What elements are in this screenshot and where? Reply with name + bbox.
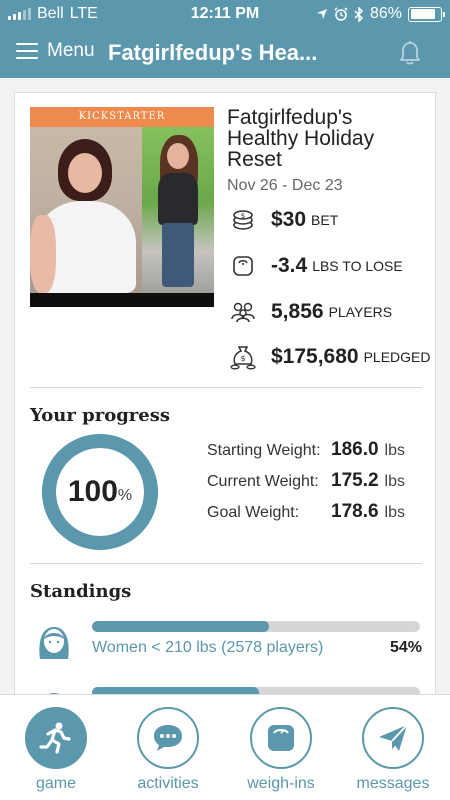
runner-icon (39, 722, 71, 754)
scale-icon (268, 725, 294, 751)
progress-percent-value: 100 (67, 475, 118, 508)
status-bar: Bell LTE 12:11 PM 86% (0, 0, 450, 28)
goal-weight-row: Goal Weight: 178.6 lbs (207, 501, 427, 532)
tab-activities-circle (137, 707, 199, 769)
stat-pledged-value: $175,680 (271, 345, 359, 368)
progress-ring: 100 % (41, 433, 159, 551)
challenge-title: Fatgirlfedup's Healthy Holiday Reset (227, 106, 375, 171)
current-weight-label: Current Weight: (207, 473, 319, 490)
stat-players-unit: PLAYERS (328, 304, 393, 320)
nav-bar: Menu Fatgirlfedup's Hea... (0, 28, 450, 78)
tab-activities[interactable]: activities (113, 703, 223, 797)
standing-row[interactable]: Women < 210 lbs (2578 players) 54% (30, 617, 422, 665)
tab-messages[interactable]: messages (338, 703, 448, 797)
menu-label: Menu (47, 40, 95, 61)
stat-bet: $ $30 BET (229, 206, 338, 234)
starting-weight-unit: lbs (384, 442, 405, 459)
stat-bet-unit: BET (311, 212, 339, 228)
tab-weigh-ins[interactable]: weigh-ins (226, 703, 336, 797)
tab-game-circle (25, 707, 87, 769)
stat-pledged-unit: PLEDGED (363, 349, 431, 365)
svg-text:$: $ (241, 212, 245, 220)
challenge-card: KICKSTARTER Fatgirlfedup's Healthy Holid… (14, 92, 436, 694)
goal-weight-value: 178.6 (331, 501, 379, 522)
standing-progress-bar (92, 687, 420, 694)
starting-weight-value: 186.0 (331, 439, 379, 460)
weight-list: Starting Weight: 186.0 lbs Current Weigh… (207, 439, 427, 532)
avatar-icon (32, 685, 76, 694)
bluetooth-icon (354, 6, 364, 22)
standing-progress-fill (92, 621, 270, 632)
tab-game-label: game (35, 775, 77, 792)
starting-weight-row: Starting Weight: 186.0 lbs (207, 439, 427, 470)
after-photo (142, 127, 214, 293)
battery-fill (410, 9, 436, 19)
tab-messages-circle (362, 707, 424, 769)
progress-percent-symbol: % (117, 487, 133, 504)
divider (30, 387, 422, 388)
date-range: Nov 26 - Dec 23 (227, 177, 343, 194)
stat-pledged: $ $175,680 PLEDGED (229, 343, 431, 371)
standings-heading: Standings (30, 581, 132, 602)
bell-icon (400, 41, 420, 65)
goal-weight-unit: lbs (384, 504, 405, 521)
stat-bet-value: $30 (271, 208, 307, 231)
money-bag-icon: $ (229, 343, 257, 371)
goal-weight-label: Goal Weight: (207, 504, 300, 521)
stat-lose-value: -3.4 (271, 254, 308, 277)
battery-icon (408, 6, 445, 22)
tab-messages-label: messages (356, 775, 430, 792)
tab-weigh-ins-circle (250, 707, 312, 769)
current-weight-row: Current Weight: 175.2 lbs (207, 470, 427, 501)
tab-weigh-ins-label: weigh-ins (247, 775, 315, 792)
standing-label: Women < 210 lbs (2578 players) (92, 639, 324, 656)
notifications-button[interactable] (398, 40, 422, 71)
starting-weight-label: Starting Weight: (207, 442, 321, 459)
progress-percent: 100 % (41, 433, 159, 551)
tab-game[interactable]: game (1, 703, 111, 797)
divider (30, 563, 422, 564)
menu-button[interactable]: Menu (16, 40, 95, 62)
paper-plane-icon (379, 724, 408, 751)
scale-icon (229, 252, 257, 280)
chat-bubble-icon (154, 725, 182, 751)
status-right: 86% (316, 5, 445, 23)
tab-bar: game activities weigh-ins messages (0, 694, 450, 800)
svg-text:$: $ (240, 354, 245, 363)
woman-avatar-icon (32, 619, 76, 663)
standing-row[interactable] (30, 683, 422, 694)
content-area[interactable]: KICKSTARTER Fatgirlfedup's Healthy Holid… (0, 78, 450, 694)
tab-activities-label: activities (137, 775, 199, 792)
progress-heading: Your progress (30, 405, 170, 426)
hamburger-icon (16, 43, 38, 59)
before-photo (30, 127, 142, 293)
challenge-photo: KICKSTARTER (30, 107, 214, 307)
players-icon (229, 298, 257, 326)
location-icon (316, 9, 327, 19)
standing-progress-fill (92, 687, 260, 694)
current-weight-unit: lbs (384, 473, 405, 490)
stat-players-value: 5,856 (271, 300, 324, 323)
stat-lose: -3.4 LBS TO LOSE (229, 252, 403, 280)
stat-players: 5,856 PLAYERS (229, 298, 392, 326)
alarm-icon (334, 7, 348, 21)
page-title: Fatgirlfedup's Hea... (108, 40, 318, 65)
battery-percent: 86% (369, 5, 402, 22)
stat-lose-unit: LBS TO LOSE (312, 258, 403, 274)
standing-progress-bar (92, 621, 420, 632)
standing-percent: 54% (389, 639, 422, 656)
current-weight-value: 175.2 (331, 470, 379, 491)
coins-icon: $ (229, 206, 257, 234)
kickstarter-banner: KICKSTARTER (30, 107, 214, 127)
